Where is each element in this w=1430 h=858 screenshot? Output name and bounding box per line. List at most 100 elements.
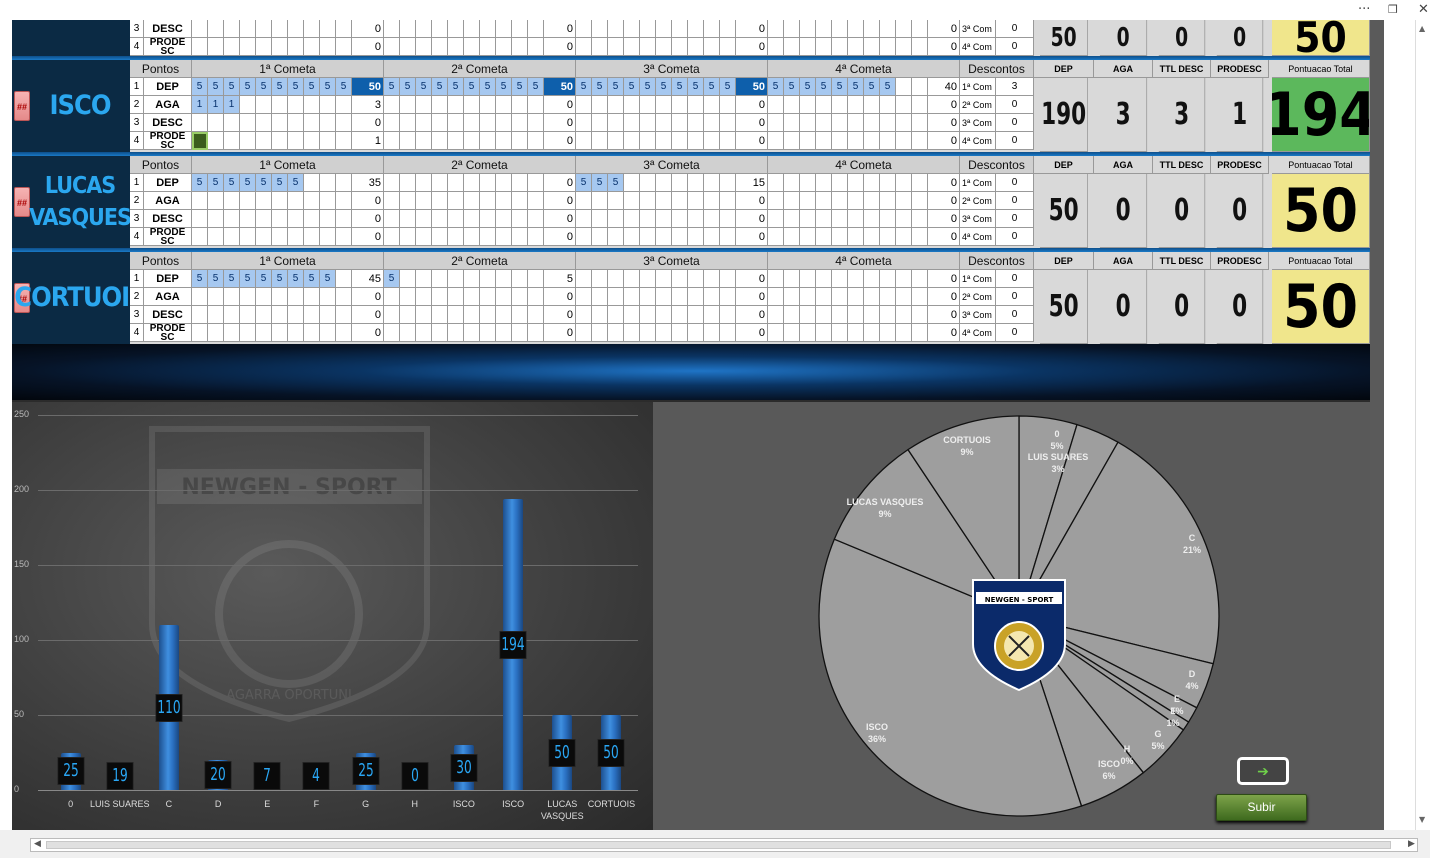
expand-button[interactable]: ## [14, 91, 30, 121]
close-icon[interactable]: ✕ [1418, 2, 1429, 17]
pie-label-name: LUCAS VASQUES [846, 497, 924, 507]
stat-ttl: 3 [1158, 78, 1206, 152]
desconto-value: 0 [996, 306, 1034, 324]
point-cell [576, 306, 592, 324]
point-cell [896, 228, 912, 246]
point-cell [528, 306, 544, 324]
point-cell [576, 114, 592, 132]
point-cell [496, 210, 512, 228]
vertical-scrollbar[interactable]: ▲ ▼ [1415, 20, 1430, 830]
point-cell [512, 228, 528, 246]
total-header: Pontuacao Total [1272, 156, 1370, 174]
shield-watermark: NEWGEN - SPORT AGARRA OPORTUNI [149, 426, 430, 723]
point-cell [768, 288, 784, 306]
point-cell [592, 96, 608, 114]
point-cell [848, 270, 864, 288]
point-cell [432, 306, 448, 324]
horizontal-scrollbar[interactable]: ◀ ▶ [0, 830, 1430, 858]
point-cell [288, 114, 304, 132]
point-cell [784, 324, 800, 342]
stat-header-dep: DEP [1034, 156, 1094, 174]
point-cell [240, 132, 256, 150]
point-cell: 5 [864, 78, 880, 96]
gridline [38, 640, 638, 641]
point-cell [192, 20, 208, 38]
point-cell [496, 306, 512, 324]
point-cell [448, 20, 464, 38]
scroll-left-icon[interactable]: ◀ [34, 839, 41, 849]
point-cell [720, 38, 736, 56]
point-cell [608, 114, 624, 132]
point-cell [480, 228, 496, 246]
point-cell [592, 324, 608, 342]
pie-label-percent: 4% [1185, 681, 1199, 691]
desconto-name: 4ª Com [960, 228, 996, 246]
point-cell: 5 [240, 78, 256, 96]
point-cell [832, 174, 848, 192]
scroll-right-icon[interactable]: ▶ [1408, 839, 1415, 849]
desconto-name: 4ª Com [960, 38, 996, 56]
point-cell [304, 38, 320, 56]
cometa-total: 0 [544, 210, 576, 228]
point-cell [304, 210, 320, 228]
pie-label-name: ISCO [865, 722, 888, 732]
desconto-name: 1ª Com [960, 78, 996, 96]
pie-label: CORTUOIS 9% [927, 434, 1007, 458]
point-cell [320, 306, 336, 324]
cometa-total: 0 [736, 132, 768, 150]
cometa-total: 0 [928, 228, 960, 246]
point-cell [608, 132, 624, 150]
point-cell [656, 38, 672, 56]
point-cell [528, 192, 544, 210]
restore-icon[interactable]: ❒ [1388, 3, 1398, 16]
point-cell [656, 288, 672, 306]
scroll-down-icon[interactable]: ▼ [1419, 815, 1425, 824]
point-cell [672, 210, 688, 228]
point-cell: 5 [480, 78, 496, 96]
point-cell [784, 132, 800, 150]
row-number: 4 [130, 38, 144, 56]
point-cell [704, 38, 720, 56]
pie-label: D 4% [1152, 668, 1232, 692]
point-cell [416, 324, 432, 342]
point-cell: 5 [624, 78, 640, 96]
desconto-name: 2ª Com [960, 288, 996, 306]
point-cell [704, 288, 720, 306]
desconto-value: 0 [996, 228, 1034, 246]
point-cell: 5 [240, 174, 256, 192]
point-cell [224, 132, 240, 150]
point-cell: 5 [272, 174, 288, 192]
point-cell [640, 96, 656, 114]
point-cell [464, 38, 480, 56]
point-cell [896, 114, 912, 132]
center-logo-text: NEWGEN - SPORT [985, 596, 1054, 604]
hscroll-thumb[interactable] [46, 841, 1391, 849]
cometa-header-2: 2ª Cometa [384, 60, 576, 78]
point-cell [720, 174, 736, 192]
score-grid: Pontos 1ª Cometa 2ª Cometa 3ª Cometa 4ª Come… [130, 252, 1370, 344]
pie-label: F 1% [1133, 705, 1213, 729]
more-options-icon[interactable]: ··· [1358, 2, 1370, 17]
point-cell [608, 210, 624, 228]
point-cell [416, 306, 432, 324]
point-cell [208, 228, 224, 246]
point-cell [592, 114, 608, 132]
point-cell [512, 174, 528, 192]
point-cell: 5 [256, 174, 272, 192]
total-score: 50 [1272, 270, 1370, 344]
expand-button[interactable]: ## [14, 187, 30, 217]
next-arrow-button[interactable]: ➔ [1237, 757, 1289, 785]
desconto-name: 2ª Com [960, 192, 996, 210]
row-label: AGA [144, 192, 192, 210]
desconto-name: 1ª Com [960, 174, 996, 192]
point-cell [464, 192, 480, 210]
row-number: 1 [130, 78, 144, 96]
point-cell [400, 132, 416, 150]
point-cell [832, 288, 848, 306]
point-cell [464, 114, 480, 132]
point-cell [416, 228, 432, 246]
scroll-up-icon[interactable]: ▲ [1419, 24, 1425, 33]
point-cell [592, 192, 608, 210]
subir-button[interactable]: Subir [1216, 794, 1307, 821]
bar-data-label: 25 [352, 757, 380, 786]
